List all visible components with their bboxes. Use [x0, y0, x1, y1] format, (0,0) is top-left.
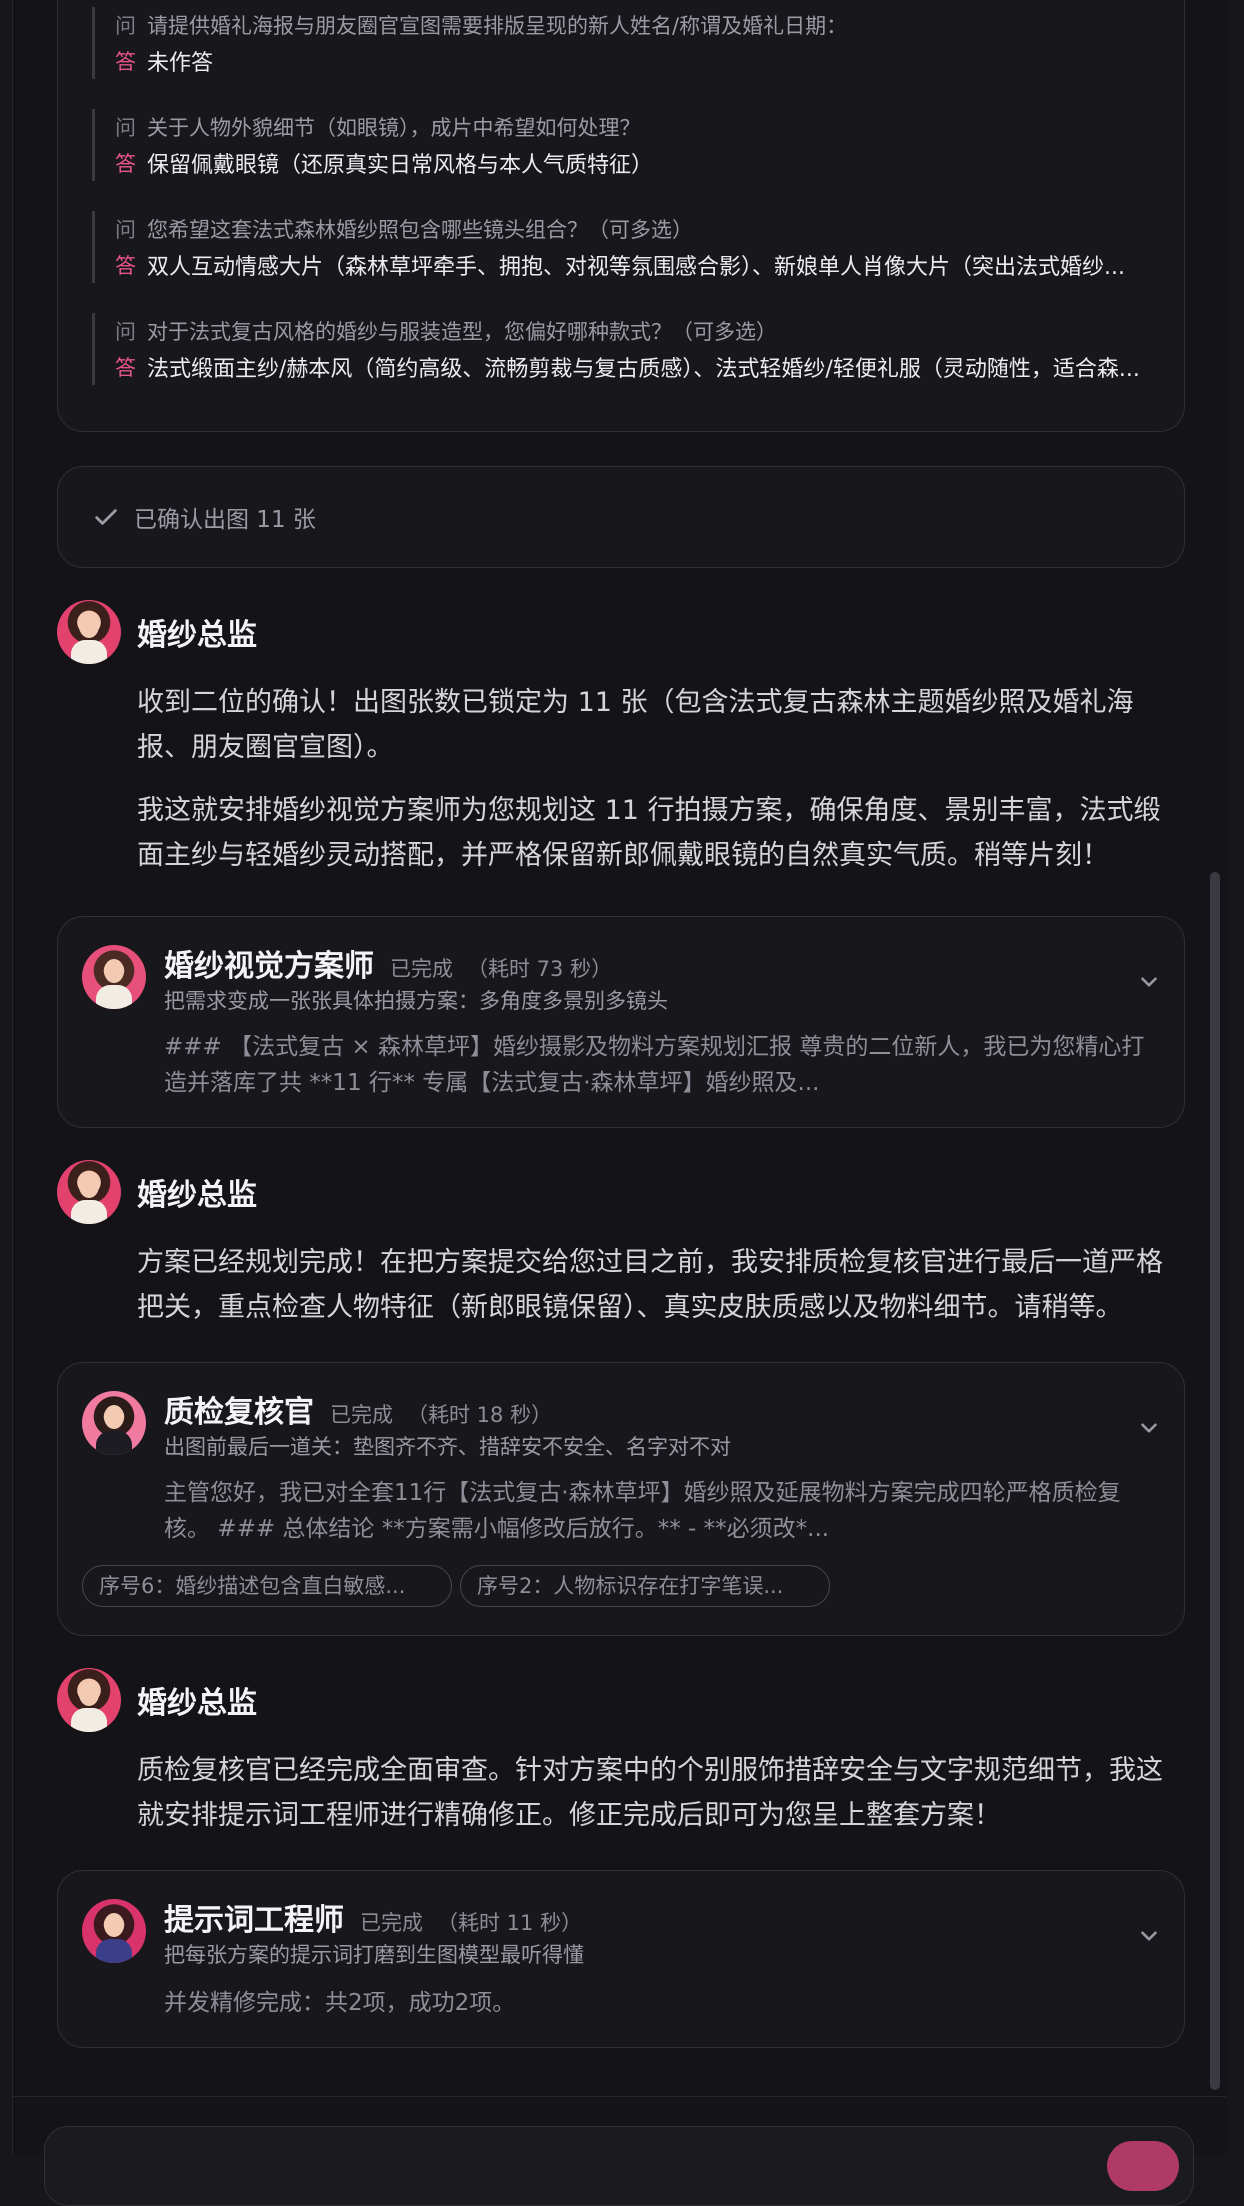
question-text: 对于法式复古风格的婚纱与服装造型，您偏好哪种款式？（可多选）: [147, 320, 777, 344]
qa-summary-card: 问请提供婚礼海报与朋友圈官宣图需要排版呈现的新人姓名/称谓及婚礼日期： 答未作答…: [57, 0, 1185, 432]
qa-item: 问对于法式复古风格的婚纱与服装造型，您偏好哪种款式？（可多选） 答法式缎面主纱/…: [92, 313, 1175, 385]
chevron-down-icon[interactable]: [1136, 1923, 1162, 1949]
agent-status: 已完成: [330, 1403, 393, 1427]
agent-duration: （耗时 73 秒）: [467, 957, 613, 981]
agent-status: 已完成: [360, 1911, 423, 1935]
issue-chip[interactable]: 序号2：人物标识存在打字笔误...: [460, 1565, 830, 1607]
answer-mark: 答: [115, 356, 136, 380]
message-paragraph: 方案已经规划完成！在把方案提交给您过目之前，我安排质检复核官进行最后一道严格把关…: [137, 1247, 1163, 1323]
avatar: [57, 1160, 121, 1224]
agent-status: 已完成: [390, 957, 453, 981]
question-text: 关于人物外貌细节（如眼镜），成片中希望如何处理？: [147, 116, 641, 140]
issue-chip[interactable]: 序号6：婚纱描述包含直白敏感...: [82, 1565, 452, 1607]
message-header: 婚纱总监: [57, 1160, 257, 1224]
agent-subtitle: 把每张方案的提示词打磨到生图模型最听得懂: [164, 1943, 584, 1967]
message-author: 婚纱总监: [137, 1686, 257, 1721]
avatar: [57, 1668, 121, 1732]
agent-duration: （耗时 11 秒）: [437, 1911, 583, 1935]
message-body: 质检复核官已经完成全面审查。针对方案中的个别服饰措辞安全与文字规范细节，我这就安…: [137, 1748, 1187, 1856]
message-paragraph: 收到二位的确认！出图张数已锁定为 11 张（包含法式复古森林主题婚纱照及婚礼海报…: [137, 687, 1134, 763]
question-mark: 问: [115, 14, 136, 38]
message-paragraph: 质检复核官已经完成全面审查。针对方案中的个别服饰措辞安全与文字规范细节，我这就安…: [137, 1755, 1163, 1831]
check-icon: [95, 509, 117, 525]
qa-item: 问关于人物外貌细节（如眼镜），成片中希望如何处理？ 答保留佩戴眼镜（还原真实日常…: [92, 109, 1175, 181]
answer-text: 未作答: [147, 51, 214, 76]
message-composer[interactable]: [44, 2126, 1194, 2206]
agent-summary: 并发精修完成：共2项，成功2项。: [164, 1990, 516, 2016]
message-header: 婚纱总监: [57, 1668, 257, 1732]
agent-name: 提示词工程师: [164, 1903, 344, 1938]
answer-mark: 答: [115, 152, 136, 176]
message-paragraph: 我这就安排婚纱视觉方案师为您规划这 11 行拍摄方案，确保角度、景别丰富，法式缎…: [137, 795, 1161, 871]
message-body: 收到二位的确认！出图张数已锁定为 11 张（包含法式复古森林主题婚纱照及婚礼海报…: [137, 680, 1187, 896]
chevron-down-icon[interactable]: [1136, 1415, 1162, 1441]
agent-title: 提示词工程师 已完成 （耗时 11 秒）: [164, 1895, 582, 1939]
agent-duration: （耗时 18 秒）: [407, 1403, 553, 1427]
agent-card[interactable]: 婚纱视觉方案师 已完成 （耗时 73 秒） 把需求变成一张张具体拍摄方案：多角度…: [57, 916, 1185, 1128]
agent-card[interactable]: 提示词工程师 已完成 （耗时 11 秒） 把每张方案的提示词打磨到生图模型最听得…: [57, 1870, 1185, 2048]
answer-text: 保留佩戴眼镜（还原真实日常风格与本人气质特征）: [147, 153, 654, 178]
message-author: 婚纱总监: [137, 618, 257, 653]
question-text: 请提供婚礼海报与朋友圈官宣图需要排版呈现的新人姓名/称谓及婚礼日期：: [147, 14, 848, 38]
agent-title: 质检复核官 已完成 （耗时 18 秒）: [164, 1387, 552, 1431]
avatar: [82, 1391, 146, 1455]
avatar: [57, 600, 121, 664]
agent-title: 婚纱视觉方案师 已完成 （耗时 73 秒）: [164, 941, 612, 985]
confirm-card: 已确认出图 11 张: [57, 466, 1185, 568]
qa-item: 问您希望这套法式森林婚纱照包含哪些镜头组合？（可多选） 答双人互动情感大片（森林…: [92, 211, 1175, 283]
answer-text: 法式缎面主纱/赫本风（简约高级、流畅剪裁与复古质感）、法式轻婚纱/轻便礼服（灵动…: [147, 357, 1140, 382]
message-header: 婚纱总监: [57, 600, 257, 664]
answer-mark: 答: [115, 254, 136, 278]
chat-panel: 问请提供婚礼海报与朋友圈官宣图需要排版呈现的新人姓名/称谓及婚礼日期： 答未作答…: [12, 0, 1227, 2154]
agent-summary: ### 【法式复古 × 森林草坪】婚纱摄影及物料方案规划汇报 尊贵的二位新人，我…: [164, 1034, 1145, 1096]
answer-text: 双人互动情感大片（森林草坪牵手、拥抱、对视等氛围感合影）、新娘单人肖像大片（突出…: [147, 255, 1125, 280]
send-button[interactable]: [1107, 2141, 1179, 2191]
question-mark: 问: [115, 218, 136, 242]
avatar: [82, 1899, 146, 1963]
question-mark: 问: [115, 320, 136, 344]
message-author: 婚纱总监: [137, 1178, 257, 1213]
scrollbar-thumb[interactable]: [1210, 872, 1220, 2090]
avatar: [82, 945, 146, 1009]
agent-name: 质检复核官: [164, 1395, 314, 1430]
agent-summary: 主管您好，我已对全套11行【法式复古·森林草坪】婚纱照及延展物料方案完成四轮严格…: [164, 1480, 1121, 1542]
question-mark: 问: [115, 116, 136, 140]
message-body: 方案已经规划完成！在把方案提交给您过目之前，我安排质检复核官进行最后一道严格把关…: [137, 1240, 1187, 1348]
agent-card[interactable]: 质检复核官 已完成 （耗时 18 秒） 出图前最后一道关：垫图齐不齐、措辞安不安…: [57, 1362, 1185, 1636]
qa-item: 问请提供婚礼海报与朋友圈官宣图需要排版呈现的新人姓名/称谓及婚礼日期： 答未作答: [92, 7, 1175, 79]
chevron-down-icon[interactable]: [1136, 969, 1162, 995]
divider: [12, 2096, 1226, 2097]
answer-mark: 答: [115, 50, 136, 74]
agent-name: 婚纱视觉方案师: [164, 949, 374, 984]
agent-subtitle: 把需求变成一张张具体拍摄方案：多角度多景别多镜头: [164, 989, 668, 1013]
question-text: 您希望这套法式森林婚纱照包含哪些镜头组合？（可多选）: [147, 218, 693, 242]
agent-subtitle: 出图前最后一道关：垫图齐不齐、措辞安不安全、名字对不对: [164, 1435, 731, 1459]
confirm-text: 已确认出图 11 张: [134, 507, 316, 533]
